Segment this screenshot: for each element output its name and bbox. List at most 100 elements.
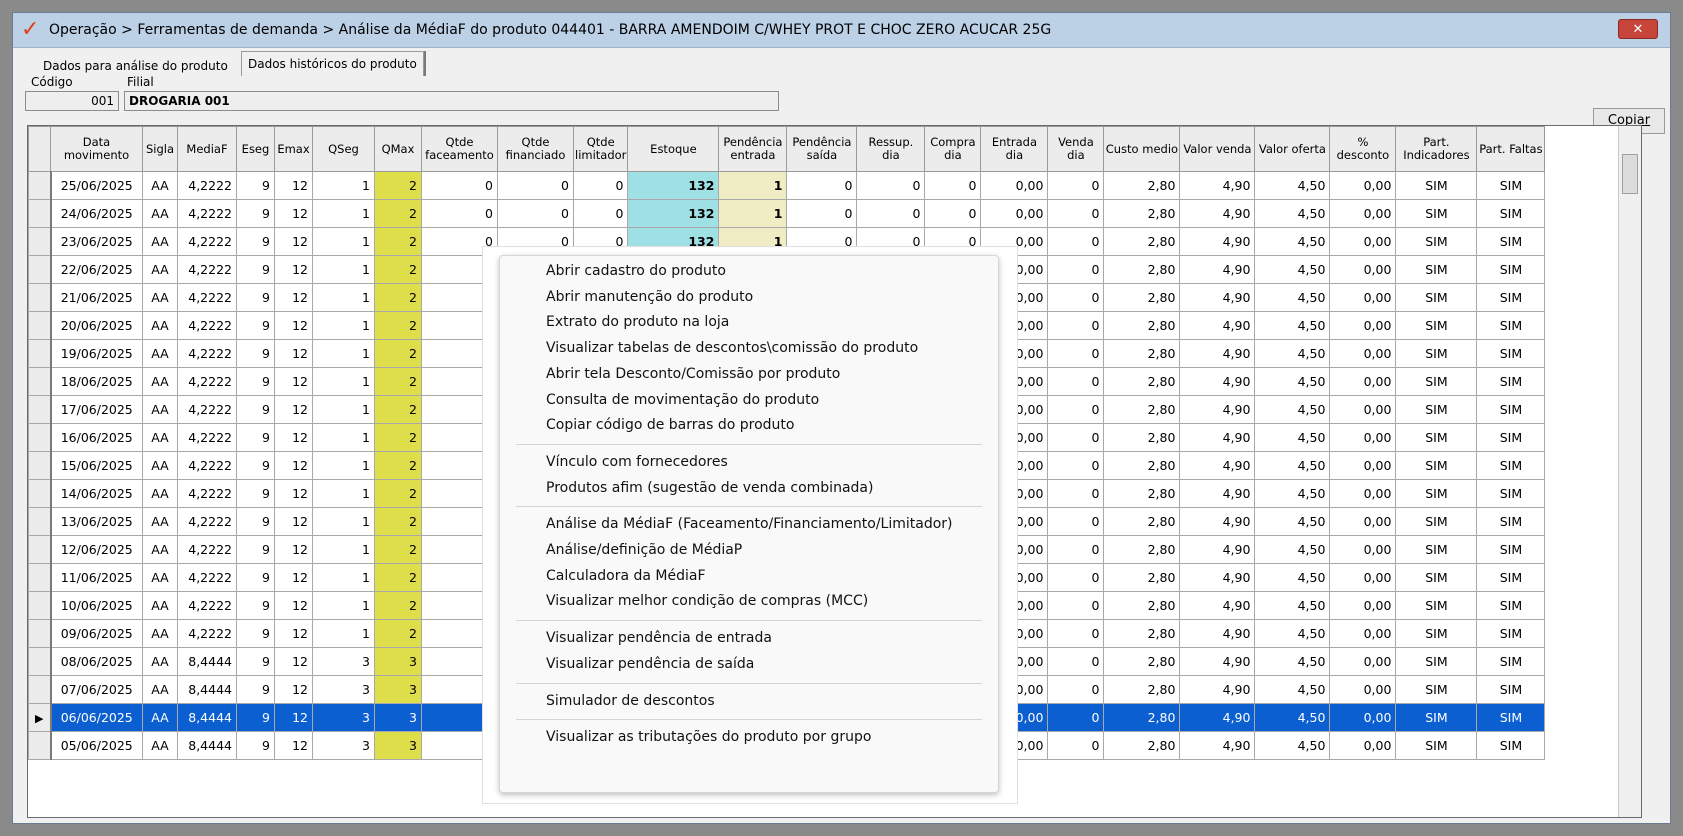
table-cell[interactable]: 9 [236, 283, 275, 312]
table-cell[interactable]: 2,80 [1103, 255, 1181, 284]
column-header[interactable]: Custo medio [1103, 126, 1181, 172]
close-button[interactable]: ✕ [1618, 19, 1658, 39]
column-header[interactable]: Qtde faceamento [421, 126, 498, 172]
table-cell[interactable]: SIM [1476, 311, 1546, 340]
table-cell[interactable]: SIM [1395, 199, 1478, 228]
table-cell[interactable]: SIM [1476, 535, 1546, 564]
table-cell[interactable]: 2 [374, 367, 422, 396]
table-cell[interactable]: 4,50 [1254, 423, 1331, 452]
table-cell[interactable]: 2 [374, 283, 422, 312]
table-cell[interactable]: 1 [718, 171, 788, 200]
table-cell[interactable]: SIM [1395, 703, 1478, 732]
context-menu-item[interactable]: Visualizar tabelas de descontos\comissão… [546, 339, 918, 357]
table-cell[interactable]: 16/06/2025 [50, 423, 143, 452]
row-selector[interactable] [28, 563, 52, 592]
table-cell[interactable]: 0 [924, 171, 982, 200]
table-cell[interactable]: 09/06/2025 [50, 619, 143, 648]
table-cell[interactable]: 9 [236, 535, 275, 564]
table-cell[interactable]: 4,90 [1179, 199, 1256, 228]
table-cell[interactable]: 4,50 [1254, 339, 1331, 368]
column-header[interactable]: Ressup. dia [856, 126, 926, 172]
table-cell[interactable]: 1 [312, 479, 375, 508]
table-cell[interactable]: 1 [312, 367, 375, 396]
table-cell[interactable]: 4,50 [1254, 591, 1331, 620]
table-cell[interactable]: SIM [1395, 367, 1478, 396]
column-header[interactable]: Emax [274, 126, 313, 172]
table-cell[interactable]: AA [142, 367, 178, 396]
table-cell[interactable]: 4,50 [1254, 535, 1331, 564]
table-cell[interactable]: AA [142, 311, 178, 340]
table-cell[interactable]: 4,90 [1179, 395, 1256, 424]
table-cell[interactable]: 12 [274, 675, 313, 704]
table-cell[interactable]: 2 [374, 479, 422, 508]
table-cell[interactable]: AA [142, 591, 178, 620]
table-cell[interactable]: 4,2222 [177, 619, 237, 648]
column-header[interactable]: Pendência saída [786, 126, 858, 172]
column-header[interactable]: Estoque [627, 126, 720, 172]
table-cell[interactable]: 4,50 [1254, 731, 1331, 760]
table-cell[interactable]: 9 [236, 619, 275, 648]
table-cell[interactable]: 9 [236, 311, 275, 340]
table-cell[interactable]: 132 [627, 171, 720, 200]
table-cell[interactable]: 3 [374, 647, 422, 676]
table-cell[interactable]: 4,50 [1254, 227, 1331, 256]
table-cell[interactable]: 0 [1047, 283, 1105, 312]
table-cell[interactable]: 1 [718, 199, 788, 228]
table-cell[interactable]: 4,2222 [177, 563, 237, 592]
table-cell[interactable]: 9 [236, 507, 275, 536]
row-selector[interactable] [28, 535, 52, 564]
column-header[interactable]: % desconto [1329, 126, 1397, 172]
table-cell[interactable]: SIM [1476, 563, 1546, 592]
table-cell[interactable]: 12 [274, 563, 313, 592]
table-cell[interactable]: 21/06/2025 [50, 283, 143, 312]
table-cell[interactable]: 0,00 [1329, 479, 1397, 508]
table-cell[interactable]: 11/06/2025 [50, 563, 143, 592]
table-cell[interactable]: 1 [312, 255, 375, 284]
table-cell[interactable]: 0 [786, 199, 858, 228]
table-cell[interactable]: 2 [374, 591, 422, 620]
table-cell[interactable]: SIM [1476, 647, 1546, 676]
table-row[interactable]: 25/06/2025 AA 4,2222 9 12 1 2 0 0 0 132 1 0 0 0 0,00 0 2,… [28, 171, 1546, 200]
scrollbar-thumb[interactable] [1622, 154, 1638, 194]
column-header[interactable]: Qtde financiado [497, 126, 574, 172]
table-cell[interactable]: 12 [274, 619, 313, 648]
table-cell[interactable]: 2,80 [1103, 479, 1181, 508]
table-cell[interactable]: 05/06/2025 [50, 731, 143, 760]
table-cell[interactable]: 0 [1047, 199, 1105, 228]
table-cell[interactable]: SIM [1476, 199, 1546, 228]
table-cell[interactable]: 2,80 [1103, 731, 1181, 760]
table-cell[interactable]: 0,00 [1329, 171, 1397, 200]
table-cell[interactable]: 1 [312, 199, 375, 228]
table-cell[interactable]: 0 [421, 171, 498, 200]
table-cell[interactable]: SIM [1476, 731, 1546, 760]
table-cell[interactable]: 0,00 [1329, 535, 1397, 564]
context-menu-item[interactable]: Visualizar melhor condição de compras (M… [546, 592, 868, 610]
table-cell[interactable]: 0 [856, 199, 926, 228]
table-cell[interactable]: SIM [1395, 395, 1478, 424]
table-cell[interactable]: 0,00 [1329, 339, 1397, 368]
table-cell[interactable]: 1 [312, 535, 375, 564]
table-cell[interactable]: 4,90 [1179, 479, 1256, 508]
table-cell[interactable]: 4,90 [1179, 451, 1256, 480]
table-cell[interactable]: 9 [236, 255, 275, 284]
column-header[interactable]: Valor venda [1179, 126, 1256, 172]
table-cell[interactable]: 4,2222 [177, 339, 237, 368]
row-selector[interactable] [28, 479, 52, 508]
table-cell[interactable]: 4,90 [1179, 619, 1256, 648]
table-cell[interactable]: 4,90 [1179, 535, 1256, 564]
table-cell[interactable]: 2,80 [1103, 367, 1181, 396]
table-cell[interactable]: 0 [1047, 507, 1105, 536]
table-cell[interactable]: 4,50 [1254, 367, 1331, 396]
table-cell[interactable]: SIM [1395, 423, 1478, 452]
table-cell[interactable]: 2 [374, 535, 422, 564]
table-cell[interactable]: 12 [274, 451, 313, 480]
context-menu-item[interactable]: Abrir tela Desconto/Comissão por produto [546, 365, 840, 383]
table-cell[interactable]: SIM [1395, 171, 1478, 200]
table-cell[interactable]: 0,00 [1329, 311, 1397, 340]
table-cell[interactable]: SIM [1395, 591, 1478, 620]
table-cell[interactable]: 2 [374, 227, 422, 256]
column-header[interactable]: Data movimento [50, 126, 143, 172]
table-cell[interactable]: 0,00 [1329, 423, 1397, 452]
table-cell[interactable]: 9 [236, 395, 275, 424]
column-header[interactable]: Venda dia [1047, 126, 1105, 172]
